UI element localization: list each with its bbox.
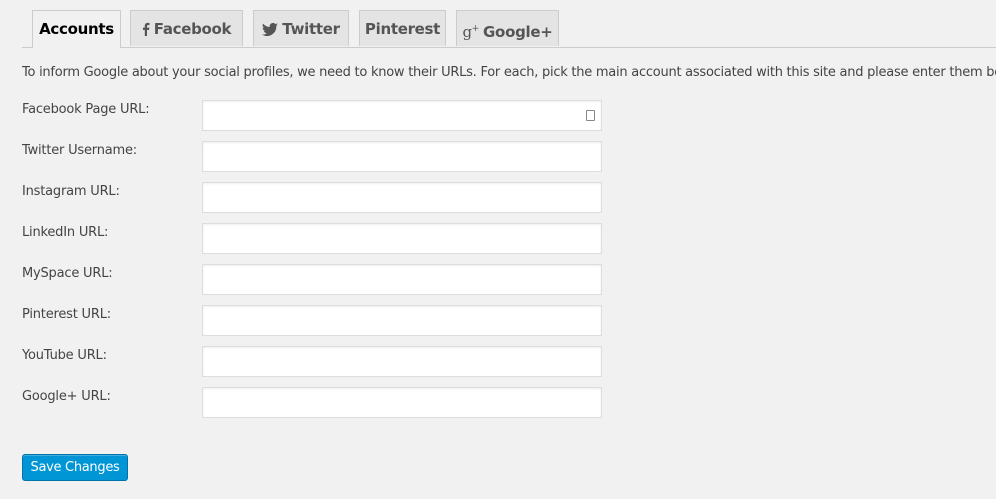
instagram-url-input[interactable]: [202, 182, 602, 213]
twitter-icon: [262, 22, 279, 36]
field-instagram: Instagram URL:: [22, 182, 602, 213]
field-label: Twitter Username:: [22, 143, 137, 158]
intro-text: To inform Google about your social profi…: [22, 65, 996, 80]
field-google-plus: Google+ URL:: [22, 387, 602, 418]
tab-facebook[interactable]: Facebook: [130, 10, 243, 46]
tab-twitter[interactable]: Twitter: [253, 10, 349, 46]
tab-label: Google+: [483, 23, 553, 41]
myspace-url-input[interactable]: [202, 264, 602, 295]
tab-bar: Accounts Facebook Twitter Pinterest g+ Go…: [22, 10, 996, 48]
field-label: MySpace URL:: [22, 266, 113, 281]
youtube-url-input[interactable]: [202, 346, 602, 377]
google-plus-url-input[interactable]: [202, 387, 602, 418]
tab-accounts[interactable]: Accounts: [32, 10, 121, 48]
twitter-username-input[interactable]: [202, 141, 602, 172]
google-plus-icon: g+: [462, 23, 480, 41]
field-label: YouTube URL:: [22, 348, 107, 363]
field-label: Facebook Page URL:: [22, 102, 150, 117]
field-pinterest: Pinterest URL:: [22, 305, 602, 336]
field-label: LinkedIn URL:: [22, 225, 109, 240]
save-changes-button[interactable]: Save Changes: [22, 454, 128, 481]
tab-label: Accounts: [39, 20, 114, 38]
tab-pinterest[interactable]: Pinterest: [359, 10, 446, 46]
field-twitter: Twitter Username:: [22, 141, 602, 172]
facebook-url-input[interactable]: [202, 100, 602, 131]
contact-card-icon[interactable]: [586, 110, 595, 121]
field-label: Pinterest URL:: [22, 307, 111, 322]
field-label: Instagram URL:: [22, 184, 120, 199]
field-youtube: YouTube URL:: [22, 346, 602, 377]
field-myspace: MySpace URL:: [22, 264, 602, 295]
tab-label: Twitter: [282, 20, 340, 38]
tab-google-plus[interactable]: g+ Google+: [456, 10, 559, 46]
tab-label: Facebook: [153, 20, 232, 38]
field-label: Google+ URL:: [22, 389, 111, 404]
facebook-icon: [142, 22, 150, 36]
linkedin-url-input[interactable]: [202, 223, 602, 254]
field-linkedin: LinkedIn URL:: [22, 223, 602, 254]
tab-label: Pinterest: [364, 20, 441, 38]
pinterest-url-input[interactable]: [202, 305, 602, 336]
field-facebook: Facebook Page URL:: [22, 100, 602, 131]
